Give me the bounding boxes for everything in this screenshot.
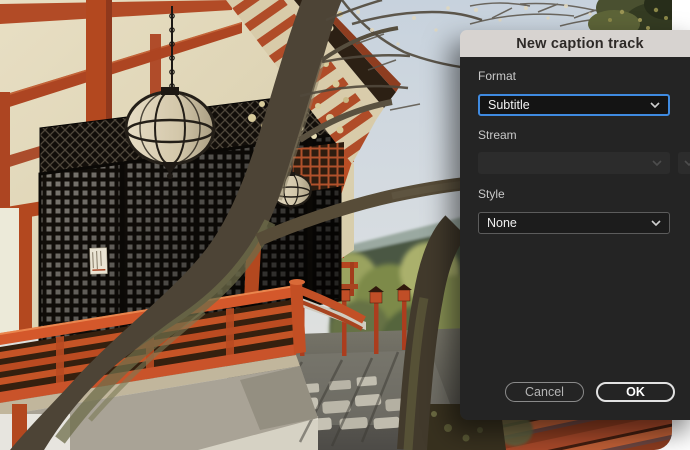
style-select[interactable]: None [478,212,670,234]
chevron-down-icon [652,160,662,166]
format-select-value: Subtitle [488,98,530,112]
style-select-value: None [487,216,517,230]
paper-sign [89,247,108,275]
dialog-title: New caption track [516,35,644,52]
new-caption-track-dialog: New caption track Format Subtitle Stream [460,30,690,420]
chevron-down-icon [650,102,660,108]
chevron-down-icon [651,220,661,226]
chevron-down-icon [684,160,690,166]
dialog-titlebar[interactable]: New caption track [460,30,690,57]
cancel-button[interactable]: Cancel [505,382,584,402]
stream-select[interactable] [478,152,670,174]
stream-secondary-select-cutoff[interactable] [678,152,690,174]
ok-button[interactable]: OK [596,382,675,402]
format-select[interactable]: Subtitle [478,94,670,116]
stream-label: Stream [478,128,517,142]
screen: New caption track Format Subtitle Stream [0,0,690,450]
style-label: Style [478,187,505,201]
dialog-body: Format Subtitle Stream Style None Cancel… [460,57,690,420]
format-label: Format [478,69,517,83]
